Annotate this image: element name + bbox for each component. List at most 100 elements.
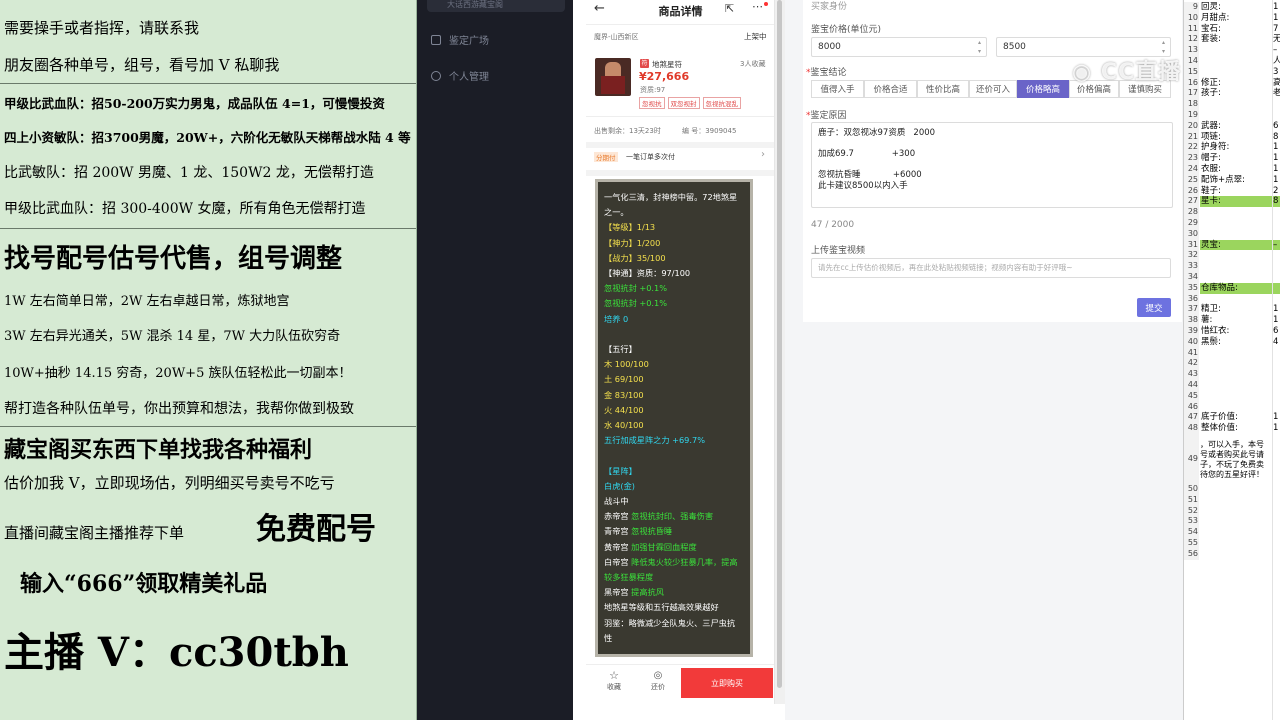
table-cell[interactable]: 高 [1273, 78, 1280, 89]
table-cell[interactable]: 人 [1273, 56, 1280, 67]
bargain-button[interactable]: ◎ 还价 [644, 670, 672, 692]
table-cell[interactable] [1200, 110, 1273, 121]
table-cell[interactable] [1200, 207, 1273, 218]
table-cell[interactable] [1273, 282, 1280, 294]
table-cell[interactable] [1273, 99, 1280, 110]
table-cell[interactable]: 1 [1273, 175, 1280, 186]
table-cell[interactable] [1273, 380, 1280, 391]
table-cell[interactable]: 8 [1273, 196, 1280, 208]
table-cell[interactable] [1273, 402, 1280, 413]
table-cell[interactable] [1200, 380, 1273, 391]
table-cell[interactable]: 1 [1273, 423, 1280, 434]
table-cell[interactable]: 回灵: [1200, 2, 1273, 13]
table-cell[interactable] [1200, 358, 1273, 369]
reason-textarea[interactable]: 鹿子：双忽视冰97资质 2000 加成69.7 +300 忽视抗昏睡 +6000 此卡… [811, 122, 1173, 208]
table-cell[interactable]: 精卫: [1200, 304, 1273, 315]
table-cell[interactable] [1273, 294, 1280, 305]
conclusion-option[interactable]: 值得入手 [811, 80, 864, 98]
table-cell[interactable]: 老 [1273, 88, 1280, 99]
table-cell[interactable] [1200, 402, 1273, 413]
table-cell[interactable] [1273, 250, 1280, 261]
table-cell[interactable]: 鞋子: [1200, 186, 1273, 197]
table-cell[interactable] [1273, 391, 1280, 402]
table-cell[interactable]: 8 [1273, 132, 1280, 143]
conclusion-option[interactable]: 价格略高 [1017, 80, 1069, 98]
table-cell[interactable]: 仓库物品: [1200, 282, 1273, 294]
table-cell[interactable]: 灵宝: [1200, 239, 1273, 251]
nav-item-personal[interactable]: 个人管理 [431, 68, 489, 83]
note-cell[interactable]: ，可以入手，本号 号或者购买此号请 子，不玩了免费卖 待您的五星好评！ [1200, 440, 1280, 480]
table-cell[interactable]: 底子价值: [1200, 412, 1273, 423]
table-cell[interactable] [1273, 207, 1280, 218]
table-cell[interactable] [1200, 56, 1273, 67]
scrollbar-thumb[interactable] [777, 0, 782, 688]
table-cell[interactable] [1200, 218, 1273, 229]
table-cell[interactable] [1200, 229, 1273, 240]
table-cell[interactable]: 护身符: [1200, 142, 1273, 153]
table-cell[interactable]: 1 [1273, 13, 1280, 24]
conclusion-option[interactable]: 还价可入 [969, 80, 1017, 98]
table-cell[interactable]: 套装: [1200, 34, 1273, 45]
table-cell[interactable]: 4 [1273, 337, 1280, 348]
table-cell[interactable] [1273, 272, 1280, 283]
table-cell[interactable]: 配饰+点翠: [1200, 175, 1273, 186]
conclusion-option[interactable]: 性价比高 [917, 80, 969, 98]
table-cell[interactable] [1273, 369, 1280, 380]
table-cell[interactable] [1273, 358, 1280, 369]
table-cell[interactable]: 薯: [1200, 315, 1273, 326]
table-cell[interactable] [1273, 261, 1280, 272]
table-cell[interactable]: – [1273, 45, 1280, 56]
table-cell[interactable] [1200, 391, 1273, 402]
table-cell[interactable] [1200, 294, 1273, 305]
table-cell[interactable]: 6 [1273, 326, 1280, 337]
table-cell[interactable] [1200, 99, 1273, 110]
table-cell[interactable]: 无 [1273, 34, 1280, 45]
share-icon[interactable]: ⇱ [725, 2, 734, 15]
table-cell[interactable]: 帽子: [1200, 153, 1273, 164]
table-cell[interactable]: 衣服: [1200, 164, 1273, 175]
table-cell[interactable] [1273, 110, 1280, 121]
table-cell[interactable] [1200, 348, 1273, 359]
table-cell[interactable]: 1 [1273, 142, 1280, 153]
table-cell[interactable]: – [1273, 239, 1280, 251]
table-cell[interactable]: 7 [1273, 24, 1280, 35]
table-cell[interactable]: 惜红衣: [1200, 326, 1273, 337]
table-cell[interactable]: 1 [1273, 164, 1280, 175]
table-cell[interactable]: 修正: [1200, 78, 1273, 89]
table-cell[interactable] [1200, 272, 1273, 283]
more-icon[interactable]: ⋯ [752, 0, 763, 13]
table-cell[interactable] [1273, 348, 1280, 359]
table-cell[interactable] [1200, 45, 1273, 56]
table-cell[interactable] [1200, 369, 1273, 380]
table-cell[interactable]: 武器: [1200, 121, 1273, 132]
conclusion-option[interactable]: 价格合适 [864, 80, 917, 98]
table-cell[interactable]: 孩子: [1200, 88, 1273, 99]
favorite-button[interactable]: ☆ 收藏 [600, 670, 628, 692]
table-cell[interactable]: 1 [1273, 315, 1280, 326]
table-cell[interactable]: 宝石: [1200, 24, 1273, 35]
table-cell[interactable]: 2 [1273, 186, 1280, 197]
table-cell[interactable]: 1 [1273, 2, 1280, 13]
table-cell[interactable]: 3 [1273, 67, 1280, 78]
table-cell[interactable] [1273, 229, 1280, 240]
table-cell[interactable] [1200, 261, 1273, 272]
table-cell[interactable]: 6 [1273, 121, 1280, 132]
table-cell[interactable]: 1 [1273, 412, 1280, 423]
table-cell[interactable]: 整体价值: [1200, 423, 1273, 434]
installment-row[interactable]: 分期付 一笔订单多次付 › [586, 148, 774, 168]
table-cell[interactable] [1200, 250, 1273, 261]
nav-top-label[interactable]: 大话西游藏宝阁 [427, 0, 565, 12]
item-thumbnail[interactable] [595, 58, 631, 96]
table-cell[interactable]: 1 [1273, 153, 1280, 164]
stepper-icon[interactable]: ▴ ▾ [978, 38, 981, 56]
submit-button[interactable]: 提交 [1137, 298, 1171, 317]
table-cell[interactable] [1200, 67, 1273, 78]
buy-now-button[interactable]: 立即购买 [681, 668, 773, 698]
table-cell[interactable]: 项链: [1200, 132, 1273, 143]
nav-item-appraisal-square[interactable]: 鉴定广场 [431, 32, 489, 47]
price-min-input[interactable]: 8000 [811, 37, 987, 57]
table-cell[interactable]: 1 [1273, 304, 1280, 315]
table-cell[interactable] [1273, 218, 1280, 229]
table-cell[interactable]: 月甜点: [1200, 13, 1273, 24]
table-cell[interactable]: 黑鬃: [1200, 337, 1273, 348]
